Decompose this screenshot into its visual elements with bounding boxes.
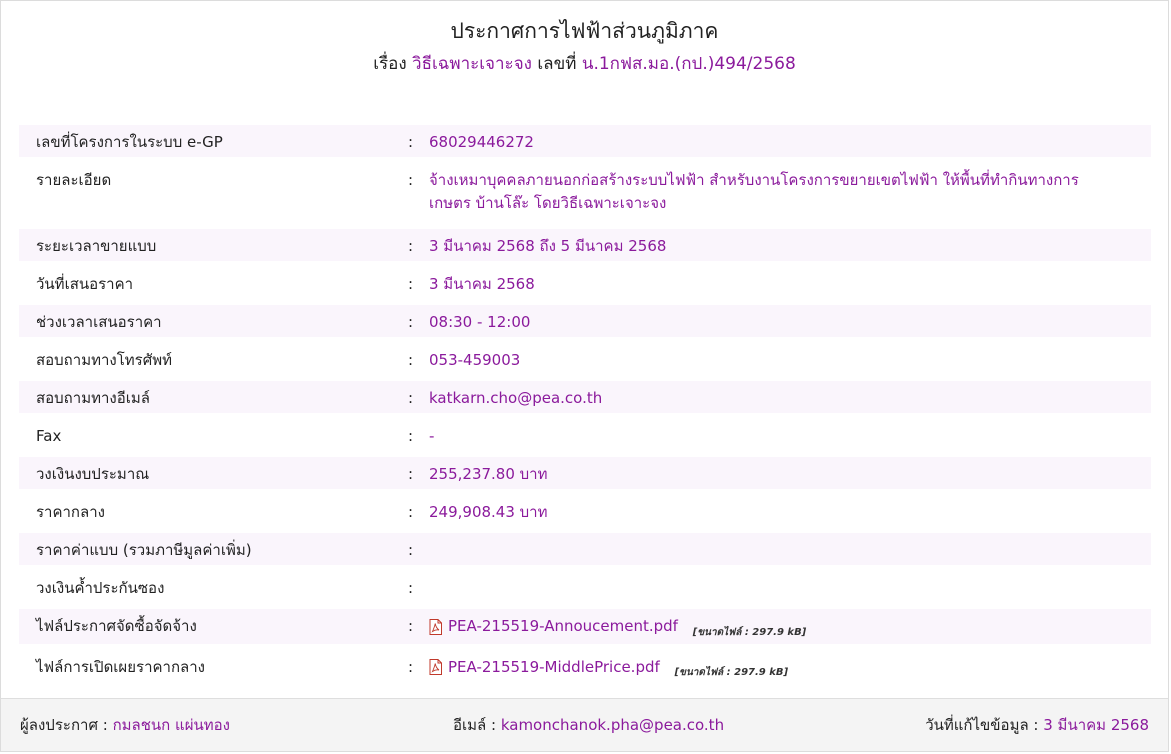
row-label: ช่วงเวลาเสนอราคา xyxy=(36,313,162,331)
row-budget: วงเงินงบประมาณ : 255,237.80 บาท xyxy=(19,457,1151,489)
announcement-header: ประกาศการไฟฟ้าส่วนภูมิภาค เรื่อง วิธีเฉพ… xyxy=(1,15,1168,77)
row-phone: สอบถามทางโทรศัพท์ : 053-459003 xyxy=(19,343,1151,375)
row-document-price: ราคาค่าแบบ (รวมภาษีมูลค่าเพิ่ม) : xyxy=(19,533,1151,565)
detail-table: เลขที่โครงการในระบบ e-GP : 68029446272 ร… xyxy=(19,125,1151,690)
row-label: วงเงินงบประมาณ xyxy=(36,465,150,483)
row-label: เลขที่โครงการในระบบ e-GP xyxy=(36,133,223,151)
middle-price-file-name[interactable]: PEA-215519-MiddlePrice.pdf xyxy=(448,656,660,679)
row-label: ราคากลาง xyxy=(36,503,105,521)
row-colon: : xyxy=(408,237,414,255)
row-middle-price: ราคากลาง : 249,908.43 บาท xyxy=(19,495,1151,527)
row-label: ราคาค่าแบบ (รวมภาษีมูลค่าเพิ่ม) xyxy=(36,541,252,559)
row-label: ไฟล์การเปิดเผยราคากลาง xyxy=(36,657,205,676)
row-colon: : xyxy=(408,351,414,369)
row-colon: : xyxy=(408,503,414,521)
row-value: 08:30 - 12:00 xyxy=(429,313,531,331)
row-label: ไฟล์ประกาศจัดซื้อจัดจ้าง xyxy=(36,617,197,635)
row-value: PEA-215519-MiddlePrice.pdf [ขนาดไฟล์ : 2… xyxy=(429,656,1151,685)
row-colon: : xyxy=(408,657,414,676)
row-email: สอบถามทางอีเมล์ : katkarn.cho@pea.co.th xyxy=(19,381,1151,413)
subject-value: วิธีเฉพาะเจาะจง xyxy=(412,54,532,74)
email-label: อีเมล์ : xyxy=(453,716,497,734)
updated-date-info: วันที่แก้ไขข้อมูล : 3 มีนาคม 2568 xyxy=(925,699,1149,751)
announcement-file-size: [ขนาดไฟล์ : 297.9 kB] xyxy=(692,626,807,638)
announcement-file-link[interactable]: PEA-215519-Annoucement.pdf xyxy=(429,615,678,638)
announcer-label: ผู้ลงประกาศ : xyxy=(20,716,108,734)
row-colon: : xyxy=(408,171,414,189)
row-egp-number: เลขที่โครงการในระบบ e-GP : 68029446272 xyxy=(19,125,1151,157)
row-label: วงเงินค้ำประกันซอง xyxy=(36,579,165,597)
row-value: จ้างเหมาบุคคลภายนอกก่อสร้างระบบไฟฟ้า สำห… xyxy=(429,171,1079,212)
announcement-page: ประกาศการไฟฟ้าส่วนภูมิภาค เรื่อง วิธีเฉพ… xyxy=(0,0,1169,752)
row-label: รายละเอียด xyxy=(36,171,112,189)
announcement-file-name[interactable]: PEA-215519-Annoucement.pdf xyxy=(448,615,678,638)
row-label: วันที่เสนอราคา xyxy=(36,275,134,293)
row-value: 053-459003 xyxy=(429,351,521,369)
row-label: สอบถามทางอีเมล์ xyxy=(36,389,150,407)
number-label: เลขที่ xyxy=(537,54,577,74)
row-sale-period: ระยะเวลาขายแบบ : 3 มีนาคม 2568 ถึง 5 มีน… xyxy=(19,229,1151,261)
pdf-file-icon xyxy=(429,659,442,675)
announcer-info: ผู้ลงประกาศ : กมลชนก แผ่นทอง xyxy=(20,699,230,751)
row-colon: : xyxy=(408,617,414,635)
row-bid-guarantee: วงเงินค้ำประกันซอง : xyxy=(19,571,1151,603)
row-bid-date: วันที่เสนอราคา : 3 มีนาคม 2568 xyxy=(19,267,1151,299)
row-label: สอบถามทางโทรศัพท์ xyxy=(36,351,173,369)
row-description: รายละเอียด : จ้างเหมาบุคคลภายนอกก่อสร้าง… xyxy=(19,163,1151,223)
announcer-email-info: อีเมล์ : kamonchanok.pha@pea.co.th xyxy=(453,699,724,751)
pdf-file-icon xyxy=(429,618,442,635)
row-announcement-file: ไฟล์ประกาศจัดซื้อจัดจ้าง : PEA-215519-An… xyxy=(19,609,1151,644)
row-value: 3 มีนาคม 2568 xyxy=(429,275,535,293)
row-value: PEA-215519-Annoucement.pdf [ขนาดไฟล์ : 2… xyxy=(429,615,1151,644)
row-value: katkarn.cho@pea.co.th xyxy=(429,389,603,407)
row-value: 249,908.43 บาท xyxy=(429,503,548,521)
row-value: 3 มีนาคม 2568 ถึง 5 มีนาคม 2568 xyxy=(429,237,667,255)
row-value: 68029446272 xyxy=(429,133,534,151)
row-colon: : xyxy=(408,541,414,559)
row-colon: : xyxy=(408,275,414,293)
row-colon: : xyxy=(408,133,414,151)
row-fax: Fax : - xyxy=(19,419,1151,451)
updated-label: วันที่แก้ไขข้อมูล : xyxy=(925,716,1039,734)
subject-label: เรื่อง xyxy=(373,54,407,74)
row-colon: : xyxy=(408,465,414,483)
announcement-subtitle: เรื่อง วิธีเฉพาะเจาะจง เลขที่ น.1กฟส.มอ.… xyxy=(1,51,1168,77)
row-colon: : xyxy=(408,579,414,597)
page-title: ประกาศการไฟฟ้าส่วนภูมิภาค xyxy=(450,19,719,43)
middle-price-file-size: [ขนาดไฟล์ : 297.9 kB] xyxy=(674,667,789,678)
middle-price-file-link[interactable]: PEA-215519-MiddlePrice.pdf xyxy=(429,656,660,679)
announcement-footer: ผู้ลงประกาศ : กมลชนก แผ่นทอง อีเมล์ : ka… xyxy=(1,698,1168,751)
row-colon: : xyxy=(408,313,414,331)
row-value: 255,237.80 บาท xyxy=(429,465,548,483)
row-colon: : xyxy=(408,389,414,407)
row-colon: : xyxy=(408,427,414,445)
announcer-value: กมลชนก แผ่นทอง xyxy=(112,716,230,734)
updated-value: 3 มีนาคม 2568 xyxy=(1043,716,1149,734)
email-value: kamonchanok.pha@pea.co.th xyxy=(500,716,725,734)
row-label: Fax xyxy=(36,427,62,445)
row-label: ระยะเวลาขายแบบ xyxy=(36,237,157,255)
row-bid-time: ช่วงเวลาเสนอราคา : 08:30 - 12:00 xyxy=(19,305,1151,337)
row-value: - xyxy=(429,427,435,445)
number-value: น.1กฟส.มอ.(กป.)494/2568 xyxy=(581,54,796,74)
row-middle-price-file: ไฟล์การเปิดเผยราคากลาง : PEA-215519-Midd… xyxy=(19,650,1151,685)
